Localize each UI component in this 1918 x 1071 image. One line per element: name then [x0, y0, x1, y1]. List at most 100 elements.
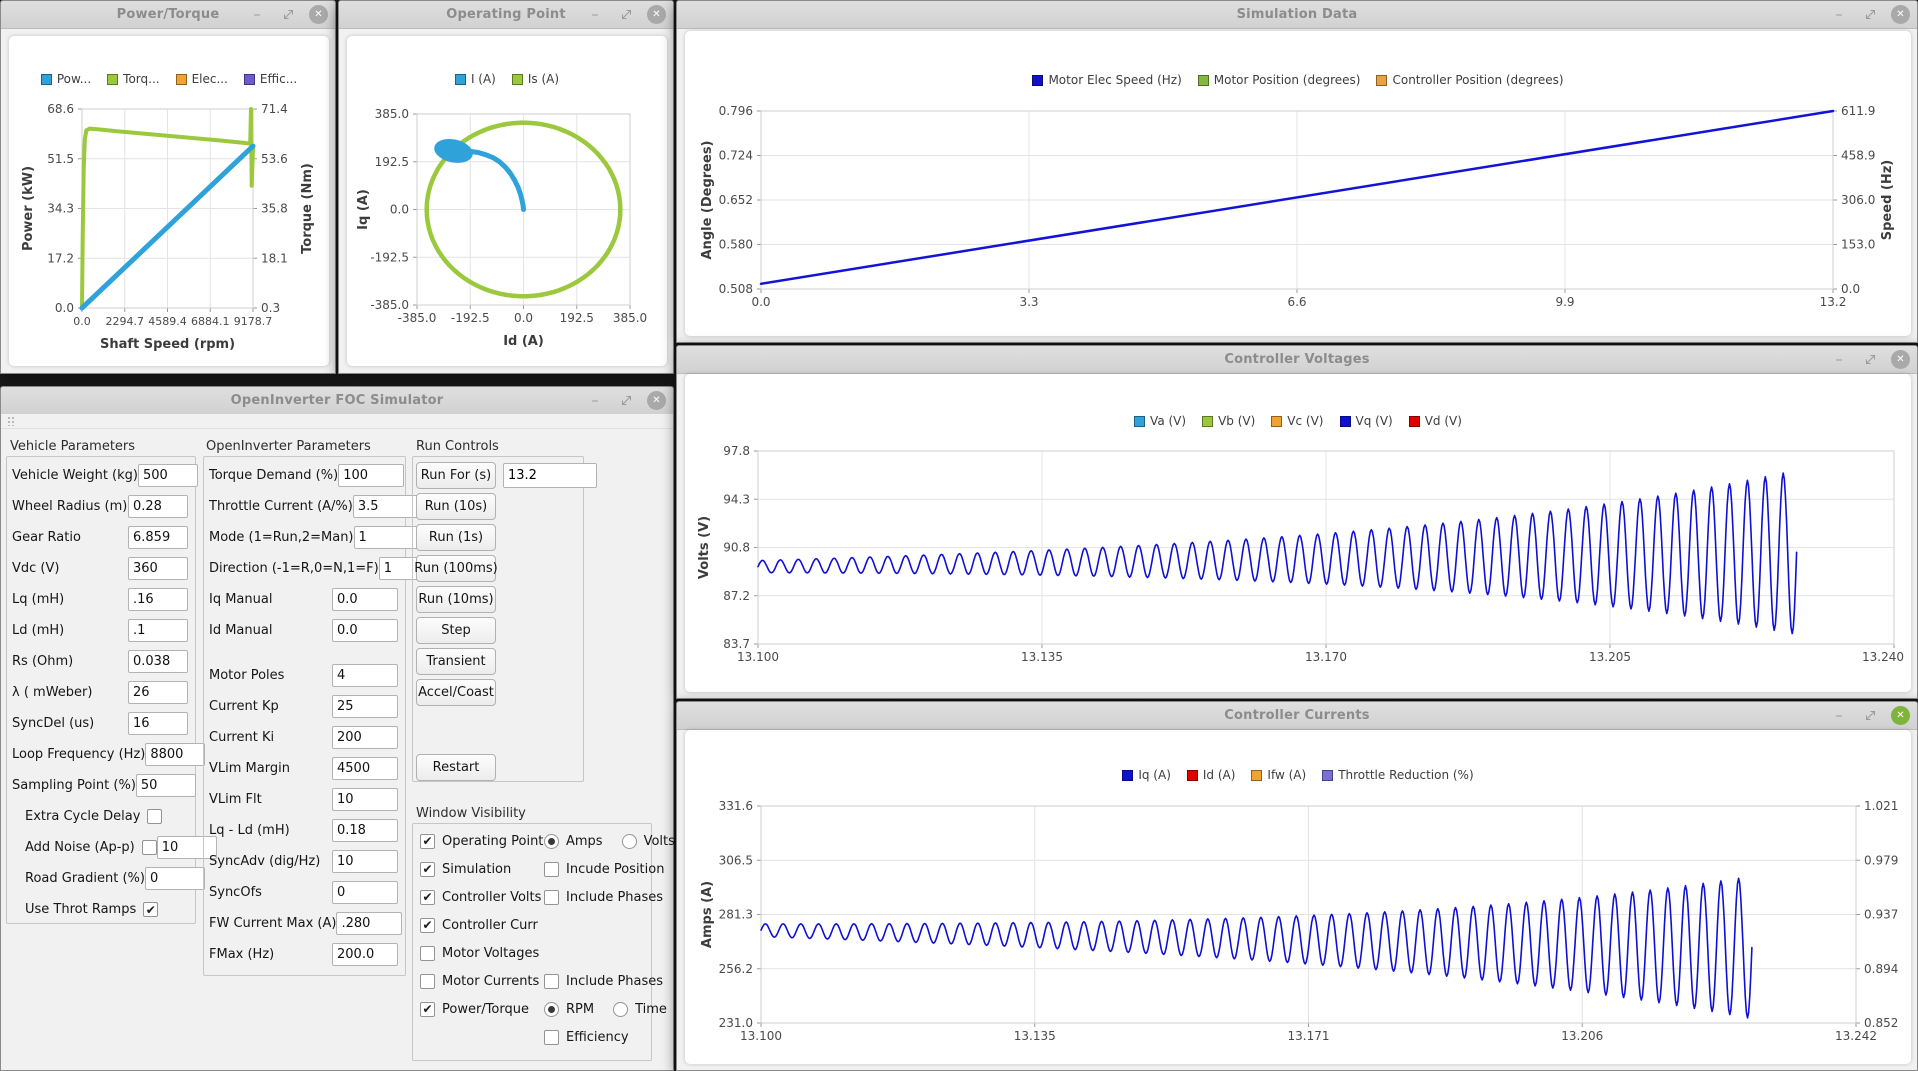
field-input[interactable]	[332, 726, 398, 749]
titlebar[interactable]: Operating Point – ✕	[339, 1, 673, 29]
run-button[interactable]: Restart	[416, 754, 496, 781]
minimize-icon[interactable]: –	[1829, 350, 1849, 370]
field-input[interactable]	[332, 619, 398, 642]
svg-text:306.0: 306.0	[1841, 193, 1875, 207]
svg-text:4589.4: 4589.4	[148, 315, 187, 328]
vehicle-parameter-row: Lq (mH)	[7, 584, 195, 615]
restore-icon[interactable]	[1860, 350, 1880, 370]
svg-text:9178.7: 9178.7	[234, 315, 273, 328]
field-input[interactable]	[128, 681, 188, 704]
svg-text:-385.0: -385.0	[370, 298, 409, 312]
run-button[interactable]: Transient	[416, 648, 496, 675]
field-input[interactable]	[332, 588, 398, 611]
run-button[interactable]: Run (100ms)	[416, 555, 496, 582]
toolbar-grip-icon[interactable]	[7, 416, 14, 426]
radio-button[interactable]	[544, 834, 559, 849]
run-button[interactable]: Run (10ms)	[416, 586, 496, 613]
run-button[interactable]: Step	[416, 617, 496, 644]
restore-icon[interactable]	[278, 5, 298, 25]
restore-icon[interactable]	[1860, 706, 1880, 726]
minimize-icon[interactable]: –	[585, 5, 605, 25]
radio-button[interactable]	[622, 834, 637, 849]
operating-point-chart: I (A)Is (A)-385.0-192.50.0192.5385.0-385…	[347, 36, 667, 366]
field-input[interactable]	[145, 867, 205, 890]
field-input[interactable]	[128, 619, 188, 642]
titlebar[interactable]: Controller Voltages – ✕	[677, 346, 1917, 374]
field-input[interactable]	[332, 943, 398, 966]
restore-icon[interactable]	[1860, 5, 1880, 25]
field-label: Use Throt Ramps	[12, 902, 136, 917]
field-input[interactable]	[145, 743, 205, 766]
checkbox[interactable]	[544, 974, 559, 989]
svg-text:13.240: 13.240	[1862, 650, 1904, 664]
field-input[interactable]	[128, 495, 188, 518]
close-icon[interactable]: ✕	[1891, 350, 1910, 369]
checkbox[interactable]	[544, 1030, 559, 1045]
field-input[interactable]	[128, 557, 188, 580]
field-label: VLim Flt	[209, 792, 262, 807]
visibility-row: Efficiency	[413, 1023, 651, 1051]
field-input[interactable]	[332, 881, 398, 904]
run-button[interactable]: Run (1s)	[416, 524, 496, 551]
field-input[interactable]	[332, 850, 398, 873]
field-input[interactable]	[128, 588, 188, 611]
field-input[interactable]	[332, 788, 398, 811]
openinverter-parameter-row: Current Kp	[204, 691, 405, 722]
minimize-icon[interactable]: –	[1829, 5, 1849, 25]
field-label: Gear Ratio	[12, 530, 81, 545]
close-icon[interactable]: ✕	[647, 391, 666, 410]
close-icon[interactable]: ✕	[1891, 5, 1910, 24]
checkbox[interactable]: ✔	[420, 1002, 435, 1017]
checkbox[interactable]: ✔	[420, 890, 435, 905]
minimize-icon[interactable]: –	[1829, 706, 1849, 726]
vehicle-parameter-row: λ ( mWeber)	[7, 677, 195, 708]
checkbox[interactable]	[142, 840, 157, 855]
minimize-icon[interactable]: –	[247, 5, 267, 25]
close-icon[interactable]: ✕	[309, 5, 328, 24]
field-input[interactable]	[136, 774, 196, 797]
field-input[interactable]	[128, 712, 188, 735]
close-icon[interactable]: ✕	[1891, 706, 1910, 725]
titlebar[interactable]: Power/Torque – ✕	[1, 1, 335, 29]
field-input[interactable]	[338, 464, 404, 487]
checkbox[interactable]: ✔	[420, 862, 435, 877]
checkbox[interactable]: ✔	[420, 918, 435, 933]
field-input[interactable]	[128, 650, 188, 673]
radio-button[interactable]	[544, 1002, 559, 1017]
field-input[interactable]	[332, 819, 398, 842]
checkbox[interactable]	[147, 809, 162, 824]
close-icon[interactable]: ✕	[647, 5, 666, 24]
checkbox[interactable]: ✔	[420, 834, 435, 849]
run-for-seconds-input[interactable]	[503, 463, 597, 488]
run-button[interactable]: Accel/Coast	[416, 679, 496, 706]
minimize-icon[interactable]: –	[585, 391, 605, 411]
openinverter-parameter-row: VLim Flt	[204, 784, 405, 815]
field-input[interactable]	[332, 757, 398, 780]
run-button[interactable]: Run (10s)	[416, 493, 496, 520]
checkbox[interactable]: ✔	[143, 902, 158, 917]
field-input[interactable]	[332, 664, 398, 687]
restore-icon[interactable]	[616, 5, 636, 25]
visibility-options: Include Phases	[544, 974, 663, 989]
field-input[interactable]	[128, 526, 188, 549]
field-input[interactable]	[138, 464, 198, 487]
svg-text:192.5: 192.5	[560, 311, 594, 325]
field-input[interactable]	[354, 526, 420, 549]
checkbox[interactable]	[544, 890, 559, 905]
checkbox[interactable]	[420, 946, 435, 961]
run-button[interactable]: Run For (s)	[416, 462, 496, 489]
radio-option: RPM	[544, 1002, 594, 1017]
titlebar[interactable]: Controller Currents – ✕	[677, 702, 1917, 730]
field-input[interactable]	[353, 495, 419, 518]
restore-icon[interactable]	[616, 391, 636, 411]
radio-label: RPM	[566, 1002, 594, 1017]
field-label: Vehicle Weight (kg)	[12, 468, 138, 483]
field-input[interactable]	[336, 912, 402, 935]
field-input[interactable]	[332, 695, 398, 718]
checkbox[interactable]	[544, 862, 559, 877]
titlebar[interactable]: OpenInverter FOC Simulator – ✕	[1, 387, 673, 415]
checkbox[interactable]	[420, 974, 435, 989]
svg-text:9.9: 9.9	[1555, 295, 1574, 309]
titlebar[interactable]: Simulation Data – ✕	[677, 1, 1917, 29]
radio-button[interactable]	[613, 1002, 628, 1017]
